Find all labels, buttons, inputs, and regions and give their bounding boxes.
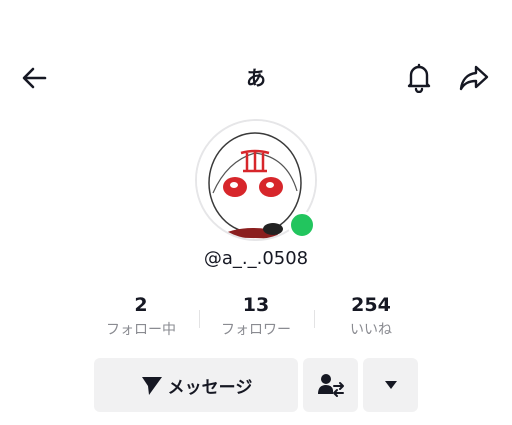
stat-following-label: フォロー中 (106, 322, 176, 338)
bell-icon[interactable] (404, 61, 434, 93)
action-buttons: メッセージ (0, 358, 512, 414)
page-title: あ (246, 66, 266, 90)
stat-followers-count: 13 (242, 294, 270, 316)
message-button-label: メッセージ (167, 377, 253, 398)
follow-back-button[interactable] (303, 358, 358, 412)
caret-down-icon (384, 381, 397, 389)
stat-followers-label: フォロワー (221, 322, 291, 338)
stat-likes-label: いいね (350, 322, 392, 338)
online-status-dot (288, 211, 316, 239)
user-swap-icon (317, 374, 344, 397)
stat-followers[interactable]: 13 フォロワー (199, 292, 313, 340)
share-arrow-icon[interactable] (458, 63, 490, 93)
send-icon (141, 377, 162, 395)
top-bar: あ (0, 52, 512, 102)
more-options-button[interactable] (363, 358, 418, 412)
message-button[interactable]: メッセージ (94, 358, 298, 412)
stat-following-count: 2 (134, 294, 148, 316)
stat-likes-count: 254 (351, 294, 391, 316)
username: @a_._.0508 (203, 248, 309, 269)
stat-following[interactable]: 2 フォロー中 (84, 292, 198, 340)
stat-likes[interactable]: 254 いいね (314, 292, 428, 340)
stats-row: 2 フォロー中 13 フォロワー 254 いいね (84, 292, 428, 342)
